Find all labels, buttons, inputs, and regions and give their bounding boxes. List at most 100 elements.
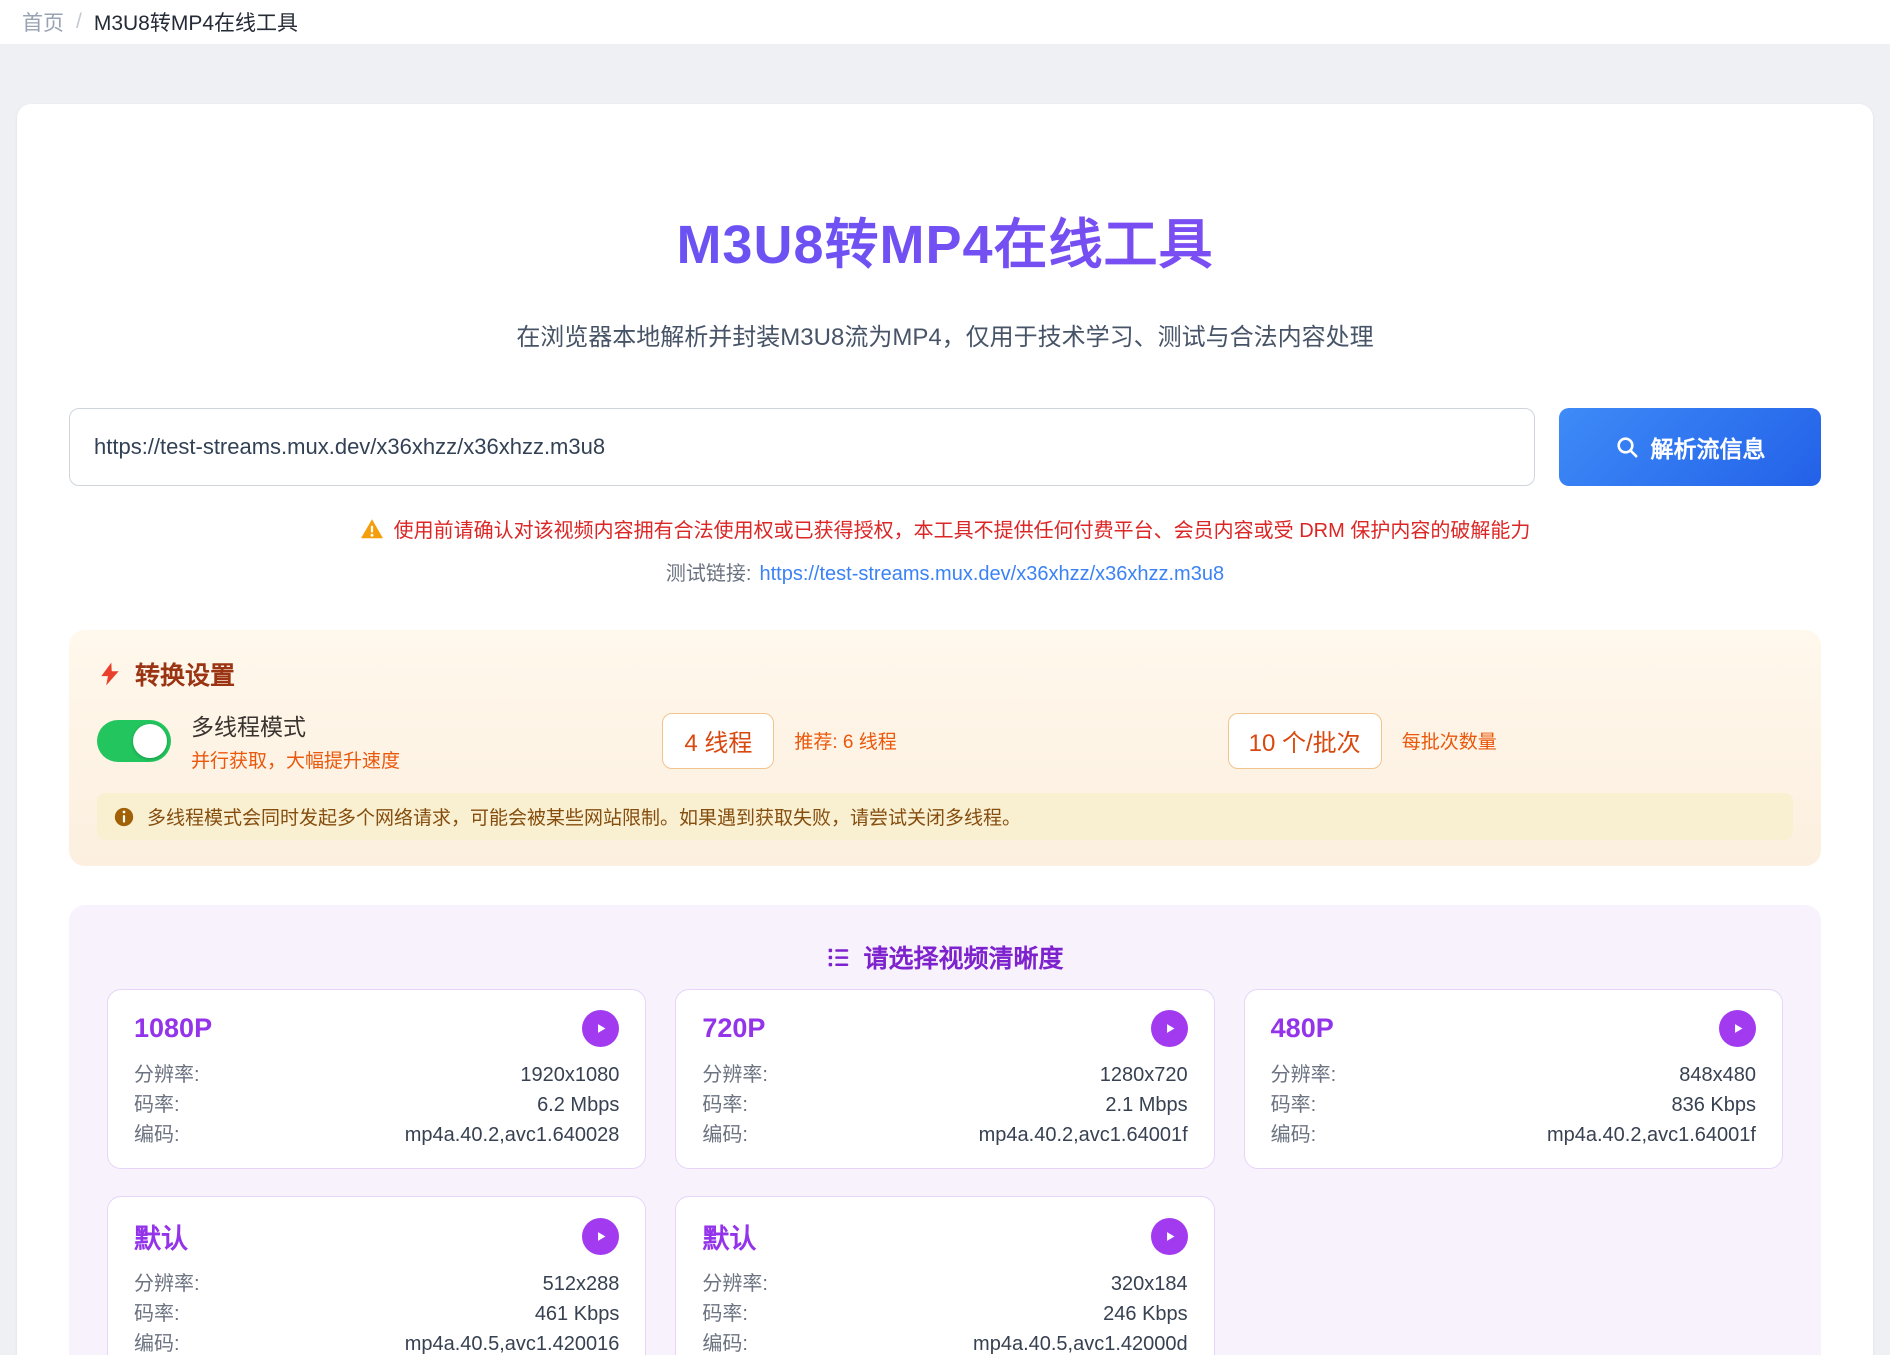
bitrate-label: 码率: <box>134 1299 180 1329</box>
card-head: 默认 <box>702 1217 1187 1256</box>
threads-group: 4 线程 推荐: 6 线程 <box>662 713 1227 769</box>
quality-title: 请选择视频清晰度 <box>863 939 1063 975</box>
batch-input[interactable]: 10 个/批次 <box>1228 713 1382 769</box>
page-title: M3U8转MP4在线工具 <box>69 200 1821 279</box>
quality-name: 720P <box>702 1013 765 1044</box>
codec-value: mp4a.40.5,avc1.42000d <box>973 1329 1188 1355</box>
quality-card-default-320[interactable]: 默认 分辨率: 320x184 码率: 246 Kbps 编码: <box>675 1196 1214 1355</box>
breadcrumb-home-link[interactable]: 首页 <box>22 7 64 37</box>
card-rows: 分辨率: 848x480 码率: 836 Kbps 编码: mp4a.40.2,… <box>1271 1060 1756 1150</box>
bitrate-value: 461 Kbps <box>535 1299 620 1329</box>
play-triangle-icon <box>592 1228 609 1245</box>
info-icon <box>113 806 135 828</box>
quality-card-1080p[interactable]: 1080P 分辨率: 1920x1080 码率: 6.2 Mbps <box>107 989 646 1169</box>
card-head: 1080P <box>134 1010 619 1047</box>
warning-text: 使用前请确认对该视频内容拥有合法使用权或已获得授权，本工具不提供任何付费平台、会… <box>394 514 1531 543</box>
resolution-row: 分辨率: 848x480 <box>1271 1060 1756 1090</box>
resolution-row: 分辨率: 1920x1080 <box>134 1060 619 1090</box>
search-icon <box>1615 435 1639 459</box>
resolution-value: 1920x1080 <box>520 1060 619 1090</box>
settings-title: 转换设置 <box>135 656 235 692</box>
bitrate-row: 码率: 246 Kbps <box>702 1299 1187 1329</box>
card-rows: 分辨率: 1920x1080 码率: 6.2 Mbps 编码: mp4a.40.… <box>134 1060 619 1150</box>
resolution-row: 分辨率: 512x288 <box>134 1269 619 1299</box>
play-icon[interactable] <box>582 1010 619 1047</box>
legal-warning: 使用前请确认对该视频内容拥有合法使用权或已获得授权，本工具不提供任何付费平台、会… <box>69 514 1821 543</box>
bitrate-row: 码率: 6.2 Mbps <box>134 1090 619 1120</box>
codec-value: mp4a.40.5,avc1.420016 <box>405 1329 620 1355</box>
batch-hint: 每批次数量 <box>1402 727 1497 754</box>
threads-input[interactable]: 4 线程 <box>662 713 774 769</box>
resolution-value: 320x184 <box>1111 1269 1188 1299</box>
conversion-settings-panel: 转换设置 多线程模式 并行获取，大幅提升速度 4 线程 推荐: 6 线程 10 … <box>69 630 1821 866</box>
codec-label: 编码: <box>702 1120 748 1150</box>
multithread-description: 并行获取，大幅提升速度 <box>191 746 400 773</box>
test-link-row: 测试链接: https://test-streams.mux.dev/x36xhz… <box>69 557 1821 586</box>
codec-row: 编码: mp4a.40.5,avc1.420016 <box>134 1329 619 1355</box>
quality-name: 默认 <box>702 1217 756 1256</box>
settings-header: 转换设置 <box>97 656 1793 692</box>
note-text: 多线程模式会同时发起多个网络请求，可能会被某些网站限制。如果遇到获取失败，请尝试… <box>147 803 1021 830</box>
resolution-value: 512x288 <box>543 1269 620 1299</box>
resolution-row: 分辨率: 320x184 <box>702 1269 1187 1299</box>
quality-card-480p[interactable]: 480P 分辨率: 848x480 码率: 836 Kbps 编 <box>1244 989 1783 1169</box>
page-subtitle: 在浏览器本地解析并封装M3U8流为MP4，仅用于技术学习、测试与合法内容处理 <box>69 317 1821 352</box>
quality-header: 请选择视频清晰度 <box>107 939 1783 975</box>
bitrate-label: 码率: <box>702 1090 748 1120</box>
multithread-group: 多线程模式 并行获取，大幅提升速度 <box>97 708 662 773</box>
breadcrumb-separator: / <box>76 10 82 34</box>
m3u8-url-input[interactable] <box>69 408 1535 486</box>
card-head: 480P <box>1271 1010 1756 1047</box>
resolution-label: 分辨率: <box>134 1269 200 1299</box>
toggle-knob <box>133 724 167 758</box>
codec-value: mp4a.40.2,avc1.64001f <box>979 1120 1188 1150</box>
parse-stream-button[interactable]: 解析流信息 <box>1559 408 1821 486</box>
bitrate-label: 码率: <box>1271 1090 1317 1120</box>
play-icon[interactable] <box>1151 1218 1188 1255</box>
play-triangle-icon <box>592 1020 609 1037</box>
play-triangle-icon <box>1161 1228 1178 1245</box>
main-card: M3U8转MP4在线工具 在浏览器本地解析并封装M3U8流为MP4，仅用于技术学… <box>17 104 1873 1355</box>
bitrate-value: 246 Kbps <box>1103 1299 1188 1329</box>
card-head: 720P <box>702 1010 1187 1047</box>
bitrate-value: 2.1 Mbps <box>1105 1090 1187 1120</box>
test-link-label: 测试链接: <box>666 563 752 585</box>
resolution-label: 分辨率: <box>702 1269 768 1299</box>
bitrate-label: 码率: <box>702 1299 748 1329</box>
play-icon[interactable] <box>1719 1010 1756 1047</box>
play-triangle-icon <box>1161 1020 1178 1037</box>
quality-name: 480P <box>1271 1013 1334 1044</box>
play-icon[interactable] <box>1151 1010 1188 1047</box>
play-icon[interactable] <box>582 1218 619 1255</box>
codec-row: 编码: mp4a.40.5,avc1.42000d <box>702 1329 1187 1355</box>
quality-grid: 1080P 分辨率: 1920x1080 码率: 6.2 Mbps <box>107 989 1783 1355</box>
codec-value: mp4a.40.2,avc1.64001f <box>1547 1120 1756 1150</box>
quality-name: 1080P <box>134 1013 212 1044</box>
quality-card-720p[interactable]: 720P 分辨率: 1280x720 码率: 2.1 Mbps <box>675 989 1214 1169</box>
bitrate-row: 码率: 836 Kbps <box>1271 1090 1756 1120</box>
bitrate-row: 码率: 2.1 Mbps <box>702 1090 1187 1120</box>
quality-name: 默认 <box>134 1217 188 1256</box>
multithread-toggle[interactable] <box>97 720 171 762</box>
batch-group: 10 个/批次 每批次数量 <box>1228 713 1793 769</box>
resolution-label: 分辨率: <box>702 1060 768 1090</box>
resolution-label: 分辨率: <box>1271 1060 1337 1090</box>
settings-controls: 多线程模式 并行获取，大幅提升速度 4 线程 推荐: 6 线程 10 个/批次 … <box>97 708 1793 773</box>
codec-label: 编码: <box>1271 1120 1317 1150</box>
parse-button-label: 解析流信息 <box>1651 430 1766 464</box>
codec-label: 编码: <box>702 1329 748 1355</box>
bitrate-value: 836 Kbps <box>1671 1090 1756 1120</box>
resolution-value: 848x480 <box>1679 1060 1756 1090</box>
url-form: 解析流信息 <box>69 408 1821 486</box>
card-rows: 分辨率: 512x288 码率: 461 Kbps 编码: mp4a.40.5,… <box>134 1269 619 1355</box>
list-icon <box>826 945 851 970</box>
card-rows: 分辨率: 320x184 码率: 246 Kbps 编码: mp4a.40.5,… <box>702 1269 1187 1355</box>
resolution-value: 1280x720 <box>1100 1060 1188 1090</box>
bitrate-row: 码率: 461 Kbps <box>134 1299 619 1329</box>
codec-row: 编码: mp4a.40.2,avc1.64001f <box>1271 1120 1756 1150</box>
test-link-url[interactable]: https://test-streams.mux.dev/x36xhzz/x36… <box>759 563 1224 585</box>
resolution-row: 分辨率: 1280x720 <box>702 1060 1187 1090</box>
bitrate-label: 码率: <box>134 1090 180 1120</box>
codec-label: 编码: <box>134 1120 180 1150</box>
quality-card-default-512[interactable]: 默认 分辨率: 512x288 码率: 461 Kbps 编码: <box>107 1196 646 1355</box>
